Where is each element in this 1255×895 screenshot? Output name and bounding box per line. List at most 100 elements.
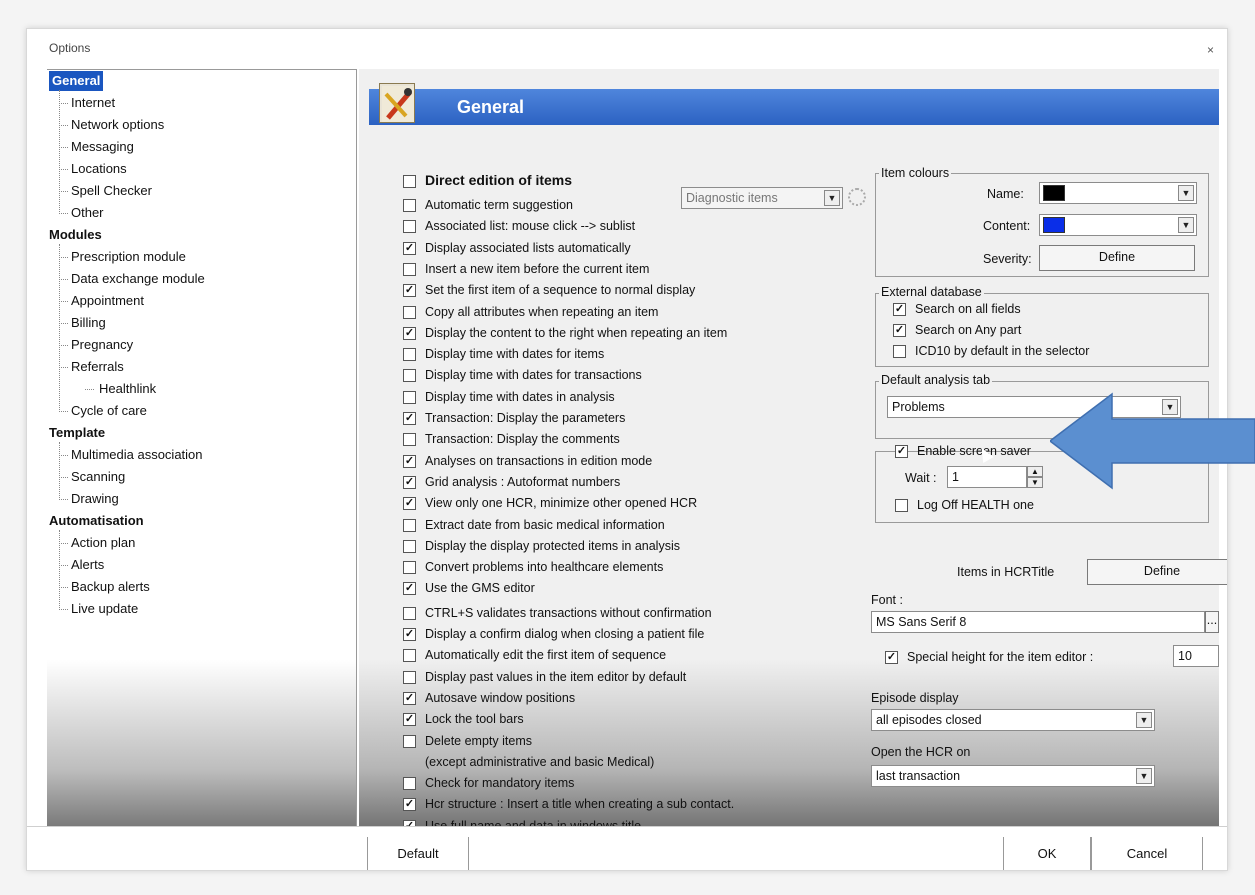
spin-up-icon[interactable]: ▲: [1027, 466, 1043, 477]
option-checkbox[interactable]: ✓: [403, 582, 416, 596]
severity-label: Severity:: [983, 252, 1032, 266]
option-checkbox[interactable]: [403, 199, 416, 212]
tree-item[interactable]: Action plan: [71, 533, 135, 553]
option-checkbox[interactable]: [403, 305, 416, 319]
tree-item[interactable]: Appointment: [71, 291, 144, 311]
option-label: (except administrative and basic Medical…: [425, 754, 655, 769]
tree-connector: [59, 565, 68, 566]
chevron-down-icon[interactable]: ▼: [1136, 768, 1152, 784]
highlight-arrow-icon: [1050, 392, 1255, 490]
option-checkbox[interactable]: ✓: [403, 713, 416, 727]
option-checkbox[interactable]: ✓: [403, 628, 416, 641]
option-checkbox[interactable]: [403, 262, 416, 276]
term-suggestion-select[interactable]: Diagnostic items ▼: [681, 187, 843, 209]
font-input[interactable]: MS Sans Serif 8: [871, 611, 1205, 633]
tree-item[interactable]: Messaging: [71, 137, 134, 157]
option-checkbox[interactable]: [403, 175, 416, 188]
tree-item[interactable]: Multimedia association: [71, 445, 203, 465]
special-height-checkbox[interactable]: ✓: [885, 651, 898, 664]
tree-item[interactable]: Cycle of care: [71, 401, 147, 421]
option-checkbox[interactable]: [403, 220, 416, 234]
external-database-checkbox[interactable]: ✓: [893, 324, 906, 337]
tree-item[interactable]: Backup alerts: [71, 577, 150, 597]
option-label: Convert problems into healthcare element…: [425, 560, 664, 575]
open-hcr-select[interactable]: last transaction ▼: [871, 765, 1155, 787]
chevron-down-icon[interactable]: ▼: [1178, 185, 1194, 201]
tree-item[interactable]: Data exchange module: [71, 269, 205, 289]
tree-item[interactable]: Modules: [49, 225, 102, 245]
close-icon[interactable]: ×: [1207, 43, 1214, 57]
option-checkbox[interactable]: [403, 561, 416, 575]
content-colour-select[interactable]: ▼: [1039, 214, 1197, 236]
tree-item[interactable]: Automatisation: [49, 511, 144, 531]
spin-down-icon[interactable]: ▼: [1027, 477, 1043, 488]
special-height-label: Special height for the item editor :: [907, 650, 1094, 664]
term-suggestion-value: Diagnostic items: [686, 191, 778, 205]
tree-item[interactable]: Spell Checker: [71, 181, 152, 201]
tree-connector: [59, 103, 68, 104]
external-database-checkbox[interactable]: ✓: [893, 303, 906, 316]
option-checkbox[interactable]: ✓: [403, 497, 416, 511]
tree-item[interactable]: Template: [49, 423, 105, 443]
chevron-down-icon[interactable]: ▼: [1178, 217, 1194, 233]
option-checkbox[interactable]: ✓: [403, 798, 416, 812]
episode-display-select[interactable]: all episodes closed ▼: [871, 709, 1155, 731]
name-colour-select[interactable]: ▼: [1039, 182, 1197, 204]
option-checkbox[interactable]: [403, 606, 416, 620]
option-checkbox[interactable]: [403, 518, 416, 532]
tree-item[interactable]: Other: [71, 203, 104, 223]
items-hcr-title-define-button[interactable]: Define: [1087, 559, 1227, 585]
settings-icon[interactable]: [848, 188, 866, 206]
tree-connector: [59, 169, 68, 170]
severity-define-button[interactable]: Define: [1039, 245, 1195, 271]
option-label: Direct edition of items: [425, 172, 573, 188]
chevron-down-icon[interactable]: ▼: [1136, 712, 1152, 728]
default-button[interactable]: Default: [367, 837, 469, 870]
tree-item[interactable]: Live update: [71, 599, 138, 619]
enable-screen-saver-checkbox[interactable]: ✓: [895, 445, 908, 458]
option-checkbox[interactable]: [403, 734, 416, 748]
tree-item[interactable]: Prescription module: [71, 247, 186, 267]
tree-item[interactable]: Billing: [71, 313, 106, 333]
option-checkbox[interactable]: [403, 539, 416, 553]
options-tree: General Internet Network options Messaging L…: [47, 69, 357, 865]
option-label: Transaction: Display the parameters: [425, 411, 626, 425]
wait-input[interactable]: 1: [947, 466, 1027, 488]
font-browse-button[interactable]: ...: [1205, 611, 1219, 633]
enable-screen-saver-option[interactable]: ✓ Enable screen saver: [895, 443, 1031, 463]
option-checkbox[interactable]: [403, 348, 416, 362]
option-checkbox[interactable]: [403, 433, 416, 447]
option-checkbox[interactable]: ✓: [403, 326, 416, 340]
ok-button[interactable]: OK: [1003, 837, 1091, 870]
external-database-checkbox[interactable]: [893, 345, 906, 358]
option-checkbox[interactable]: [403, 777, 416, 791]
option-checkbox[interactable]: ✓: [403, 475, 416, 489]
option-checkbox[interactable]: ✓: [403, 241, 416, 255]
tree-item[interactable]: Drawing: [71, 489, 119, 509]
option-checkbox[interactable]: [403, 390, 416, 404]
tree-item[interactable]: Healthlink: [99, 379, 156, 399]
option-checkbox[interactable]: [403, 670, 416, 684]
option-label: Display associated lists automatically: [425, 240, 631, 255]
special-height-input[interactable]: 10: [1173, 645, 1219, 667]
tree-item[interactable]: Pregnancy: [71, 335, 133, 355]
option-checkbox[interactable]: [403, 649, 416, 663]
option-checkbox[interactable]: [403, 369, 416, 383]
chevron-down-icon[interactable]: ▼: [824, 190, 840, 206]
tree-connector: [59, 543, 68, 544]
tree-item[interactable]: Network options: [71, 115, 164, 135]
tree-item[interactable]: Internet: [71, 93, 115, 113]
tree-item[interactable]: Locations: [71, 159, 127, 179]
cancel-button[interactable]: Cancel: [1091, 837, 1203, 870]
option-checkbox[interactable]: ✓: [403, 691, 416, 705]
option-checkbox[interactable]: ✓: [403, 454, 416, 468]
tree-connector: [59, 477, 68, 478]
log-off-checkbox[interactable]: [895, 499, 908, 512]
tree-item[interactable]: Scanning: [71, 467, 125, 487]
tree-item[interactable]: Referrals: [71, 357, 124, 377]
option-checkbox[interactable]: ✓: [403, 412, 416, 425]
option-label: CTRL+S validates transactions without co…: [425, 605, 712, 620]
tree-item[interactable]: Alerts: [71, 555, 104, 575]
tree-item[interactable]: General: [49, 71, 104, 91]
option-checkbox[interactable]: ✓: [403, 284, 416, 298]
